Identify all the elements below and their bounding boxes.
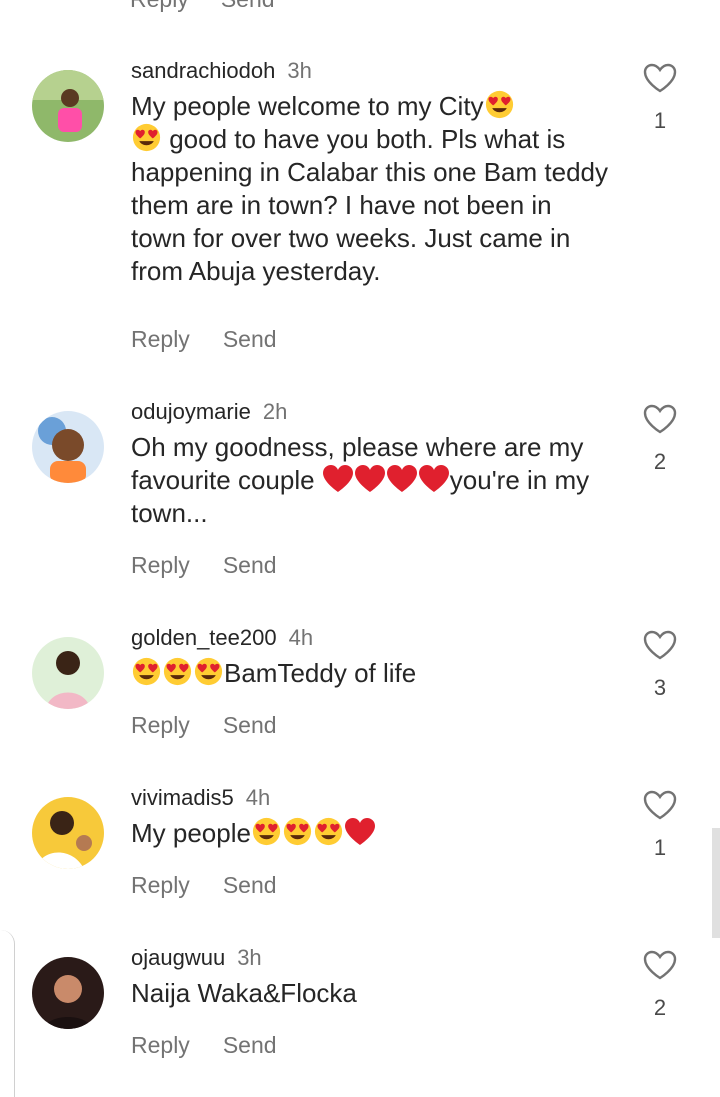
scrollbar[interactable] <box>712 828 720 938</box>
send-button[interactable]: Send <box>221 0 275 16</box>
red-heart-emoji-icon <box>344 817 376 846</box>
edge-panel-handle[interactable] <box>0 930 15 1097</box>
comment-text-part: My people <box>131 818 251 848</box>
comment-actions: Reply Send <box>131 1032 277 1059</box>
reply-button[interactable]: Reply <box>131 326 190 353</box>
heart-eyes-emoji-icon <box>282 817 313 846</box>
username[interactable]: odujoymarie <box>131 399 251 425</box>
comment-meta: sandrachiodoh 3h <box>131 58 312 88</box>
red-heart-emoji-icon <box>386 464 418 493</box>
comment-text-part: good to have you both. Pls what is happe… <box>131 124 608 286</box>
heart-eyes-emoji-icon <box>193 657 224 686</box>
send-button[interactable]: Send <box>223 326 277 353</box>
avatar[interactable] <box>32 637 104 709</box>
timestamp: 4h <box>288 625 314 650</box>
reply-button[interactable]: Reply <box>131 552 190 579</box>
heart-outline-icon <box>642 789 678 821</box>
reply-button[interactable]: Reply <box>131 872 190 899</box>
send-button[interactable]: Send <box>223 872 277 899</box>
heart-eyes-emoji-icon <box>313 817 344 846</box>
heart-eyes-emoji-icon <box>131 657 162 686</box>
like-count[interactable]: 2 <box>648 449 672 475</box>
comment-text-part: Naija Waka&Flocka <box>131 978 357 1008</box>
comment-text: Oh my goodness, please where are my favo… <box>131 431 611 530</box>
like-button[interactable] <box>642 403 678 435</box>
heart-outline-icon <box>642 949 678 981</box>
heart-outline-icon <box>642 62 678 94</box>
like-count[interactable]: 3 <box>648 675 672 701</box>
heart-eyes-emoji-icon <box>484 90 515 119</box>
comment-text: BamTeddy of life <box>131 657 611 690</box>
username[interactable]: sandrachiodoh <box>131 58 275 84</box>
comment-text: Naija Waka&Flocka <box>131 977 611 1010</box>
like-count[interactable]: 1 <box>648 835 672 861</box>
username[interactable]: ojaugwuu <box>131 945 225 971</box>
comment-text-part: My people welcome to my City <box>131 91 484 121</box>
timestamp: 3h <box>287 58 312 83</box>
heart-outline-icon <box>642 629 678 661</box>
comment-text: My people <box>131 817 611 850</box>
username[interactable]: vivimadis5 <box>131 785 234 811</box>
comment-actions: Reply Send <box>131 872 277 899</box>
reply-button[interactable]: Reply <box>131 712 190 739</box>
red-heart-emoji-icon <box>418 464 450 493</box>
like-button[interactable] <box>642 62 678 94</box>
heart-outline-icon <box>642 403 678 435</box>
comment-meta: ojaugwuu 3h <box>131 945 262 975</box>
username[interactable]: golden_tee200 <box>131 625 277 651</box>
send-button[interactable]: Send <box>223 552 277 579</box>
reply-button[interactable]: Reply <box>130 0 189 16</box>
heart-eyes-emoji-icon <box>251 817 282 846</box>
red-heart-emoji-icon <box>354 464 386 493</box>
comment-actions: Reply Send <box>131 326 277 353</box>
comment-actions: Reply Send <box>131 552 277 579</box>
like-count[interactable]: 1 <box>648 108 672 134</box>
like-button[interactable] <box>642 789 678 821</box>
like-button[interactable] <box>642 629 678 661</box>
comment-meta: vivimadis5 4h <box>131 785 270 815</box>
timestamp: 3h <box>237 945 262 970</box>
comment-text: My people welcome to my City good to hav… <box>131 90 611 288</box>
send-button[interactable]: Send <box>223 1032 277 1059</box>
avatar[interactable] <box>32 957 104 1029</box>
send-button[interactable]: Send <box>223 712 277 739</box>
comment-text-part: BamTeddy of life <box>224 658 417 688</box>
heart-eyes-emoji-icon <box>131 123 162 152</box>
avatar[interactable] <box>32 70 104 142</box>
avatar[interactable] <box>32 411 104 483</box>
top-actions: Reply Send <box>130 0 275 16</box>
like-count[interactable]: 2 <box>648 995 672 1021</box>
avatar[interactable] <box>32 797 104 869</box>
heart-eyes-emoji-icon <box>162 657 193 686</box>
comment-meta: odujoymarie 2h <box>131 399 287 429</box>
like-button[interactable] <box>642 949 678 981</box>
reply-button[interactable]: Reply <box>131 1032 190 1059</box>
timestamp: 4h <box>245 785 271 810</box>
red-heart-emoji-icon <box>322 464 354 493</box>
comment-actions: Reply Send <box>131 712 277 739</box>
timestamp: 2h <box>262 399 288 424</box>
comment-meta: golden_tee200 4h <box>131 625 313 655</box>
